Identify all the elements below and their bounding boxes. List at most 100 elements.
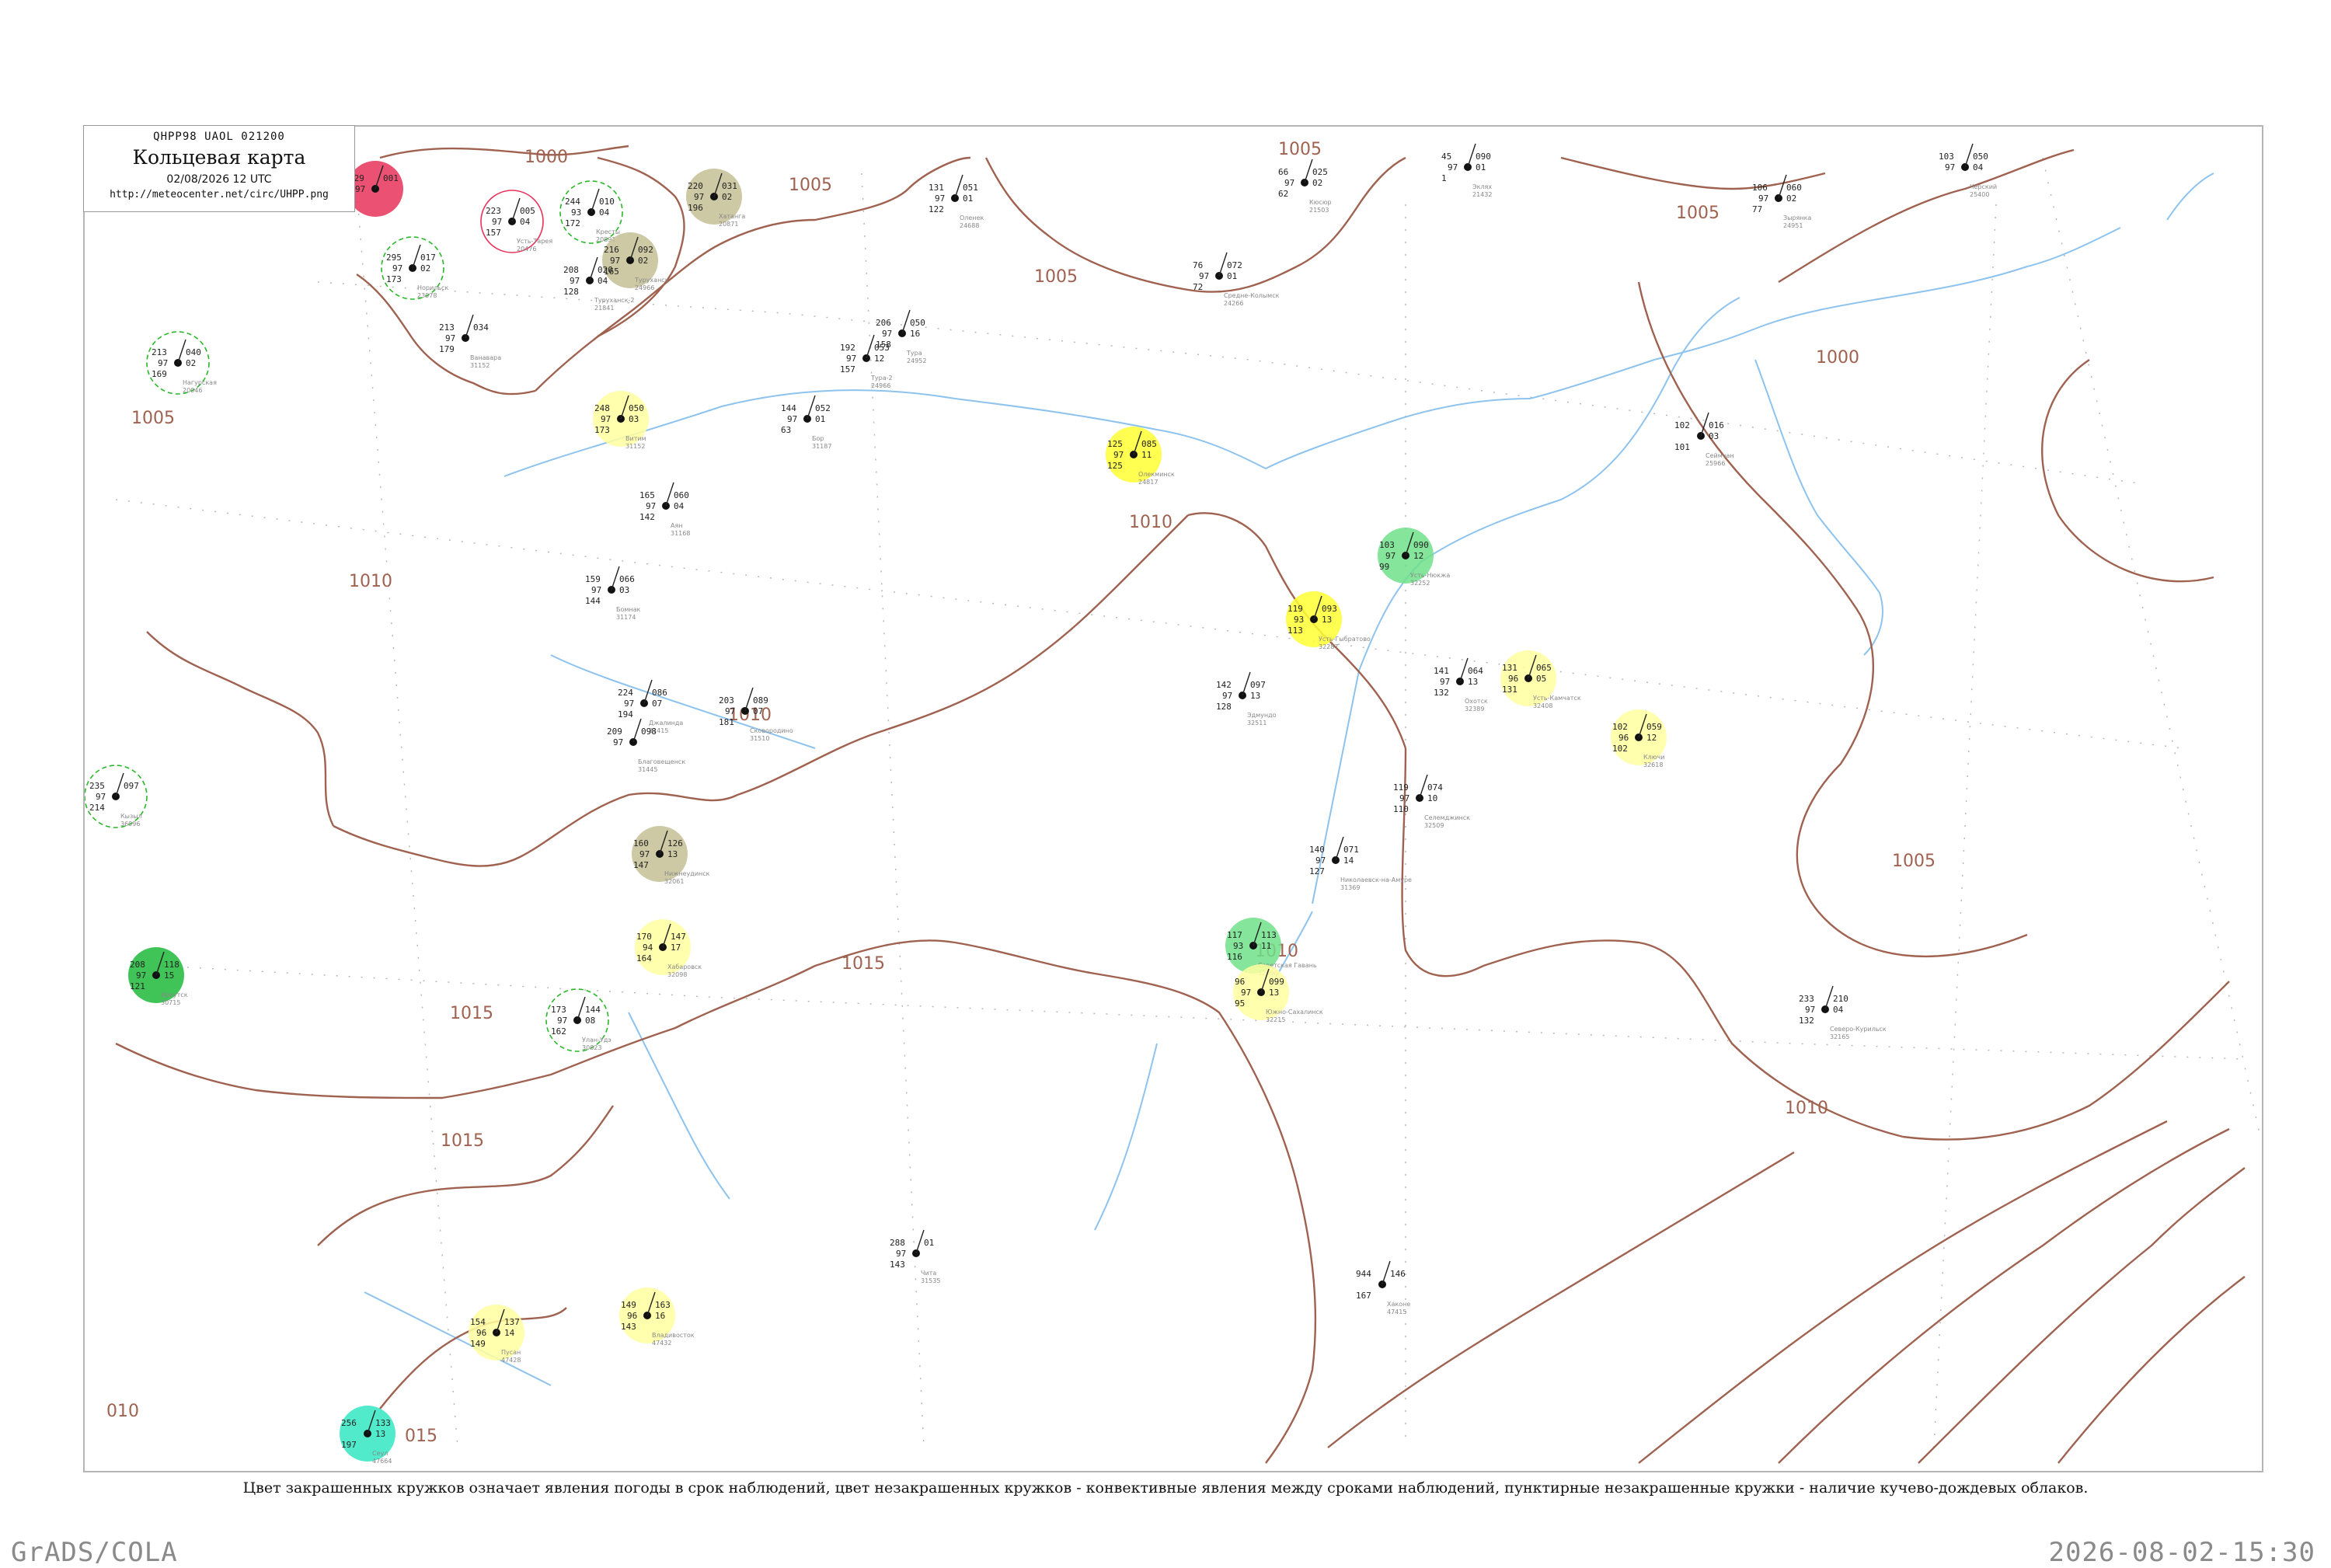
isobar-label: 1015 [441, 1131, 484, 1151]
station-plot[interactable] [1456, 657, 1469, 685]
wind-barb-icon [465, 314, 474, 339]
station-plot[interactable] [608, 566, 620, 594]
isobar-label: 1015 [841, 954, 885, 974]
station-value: 005 [520, 206, 535, 216]
source-url[interactable]: http://meteocenter.net/circ/UHPP.png [84, 189, 354, 200]
station-plots: 229 00197213 04097 02169Нагурская20046223 00… [85, 143, 1997, 1465]
station-value: 97 [1805, 1005, 1815, 1015]
station-value: 085 [1141, 439, 1157, 449]
station-value: 118 [164, 960, 179, 970]
station-value: 097 [124, 781, 139, 791]
isobar-label: 1005 [789, 176, 832, 195]
station-value: 209 [607, 727, 622, 737]
station-value: 32252 [1410, 580, 1430, 587]
station-value: 63 [781, 425, 791, 435]
station-value: 173 [386, 274, 402, 284]
station-value: 213 [152, 347, 167, 357]
station-value: 092 [638, 245, 653, 255]
wind-barb-icon [1304, 159, 1313, 183]
station-value: 016 [1709, 420, 1724, 430]
station-plot[interactable] [1775, 174, 1787, 202]
station-value: 173 [594, 425, 610, 435]
wind-barb-icon [412, 244, 421, 269]
station-value: 110 [1393, 804, 1409, 814]
station-value: 93 [571, 207, 581, 218]
station-value: 143 [621, 1322, 636, 1332]
station-plot[interactable] [912, 1229, 925, 1257]
station-value: 32509 [1424, 822, 1444, 829]
station-value: 97 [1399, 793, 1409, 803]
station-value: 034 [473, 322, 489, 333]
station-plot[interactable] [1239, 671, 1251, 699]
station-value: Черский [1970, 183, 1997, 190]
station-value: 94 [643, 943, 653, 953]
station-value: 208 [563, 265, 579, 275]
station-value: 170 [636, 932, 652, 942]
station-value: Хаконе [1387, 1301, 1410, 1308]
station-plot[interactable] [662, 482, 674, 510]
station-value: 45 [1441, 152, 1451, 162]
station-value: 010 [599, 197, 615, 207]
station-plot[interactable] [629, 718, 642, 746]
station-plot[interactable] [586, 256, 598, 284]
station-value: 223 [486, 206, 501, 216]
station-value: Оленек [960, 214, 984, 221]
station-value: 163 [655, 1300, 671, 1310]
wind-barb-icon [1218, 252, 1228, 277]
station-value: 16 [655, 1311, 665, 1321]
station-value: Витим [625, 435, 646, 442]
wind-barb-icon [632, 718, 642, 743]
station-value: 159 [585, 574, 601, 584]
station-value: 10 [1427, 793, 1437, 803]
station-plot[interactable] [1301, 159, 1313, 186]
station-value: 02 [638, 256, 648, 266]
station-plot[interactable] [898, 309, 911, 337]
station-value: Охотск [1465, 698, 1488, 705]
station-value: 132 [1434, 688, 1449, 698]
station-value: Владивосток [652, 1332, 695, 1339]
station-value: 02 [1786, 193, 1796, 204]
wind-barb-icon [1778, 174, 1787, 199]
station-plot[interactable] [862, 334, 875, 362]
station-plot[interactable] [1215, 252, 1228, 280]
station-plot[interactable] [1821, 985, 1834, 1013]
station-value: 116 [1227, 952, 1242, 962]
station-value: 210 [1833, 994, 1848, 1004]
station-value: 113 [1261, 930, 1277, 940]
station-value: 141 [1434, 666, 1449, 676]
station-value: 224 [618, 688, 633, 698]
station-value: 93 [1233, 941, 1243, 951]
station-plot[interactable] [1332, 836, 1344, 864]
station-plot[interactable] [1378, 1260, 1391, 1288]
station-value: 017 [420, 253, 436, 263]
station-value: 97 [624, 699, 634, 709]
station-value: 132 [1799, 1016, 1814, 1026]
station-plot[interactable] [803, 395, 816, 423]
wind-barb-icon [577, 996, 586, 1021]
station-value: 154 [470, 1317, 486, 1327]
station-value: Туруханск [634, 277, 669, 284]
station-value: 169 [152, 369, 167, 379]
station-value: 02 [420, 263, 430, 274]
station-value: 47428 [501, 1357, 521, 1364]
station-value: 97 [1315, 855, 1326, 866]
station-value: 051 [963, 183, 978, 193]
station-value: 089 [753, 695, 768, 706]
station-value: 31152 [470, 362, 490, 369]
station-value: 24817 [1138, 479, 1158, 486]
station-plot[interactable] [1464, 143, 1476, 171]
station-plot[interactable] [951, 174, 963, 202]
station-value: 197 [341, 1440, 357, 1450]
station-plot[interactable] [462, 314, 474, 342]
station-value: Норильск [417, 284, 448, 291]
station-plot[interactable] [1416, 774, 1428, 802]
station-value: Эдмундо [1247, 712, 1277, 719]
station-value: 97 [639, 849, 650, 859]
station-value: 97 [1222, 691, 1232, 701]
station-value: 32618 [1643, 761, 1663, 768]
station-plot[interactable] [1961, 143, 1974, 171]
wind-barb-icon [1467, 143, 1476, 168]
wind-barb-icon [901, 309, 911, 334]
wind-barb-icon [866, 334, 875, 359]
station-value: 1 [1441, 173, 1447, 183]
